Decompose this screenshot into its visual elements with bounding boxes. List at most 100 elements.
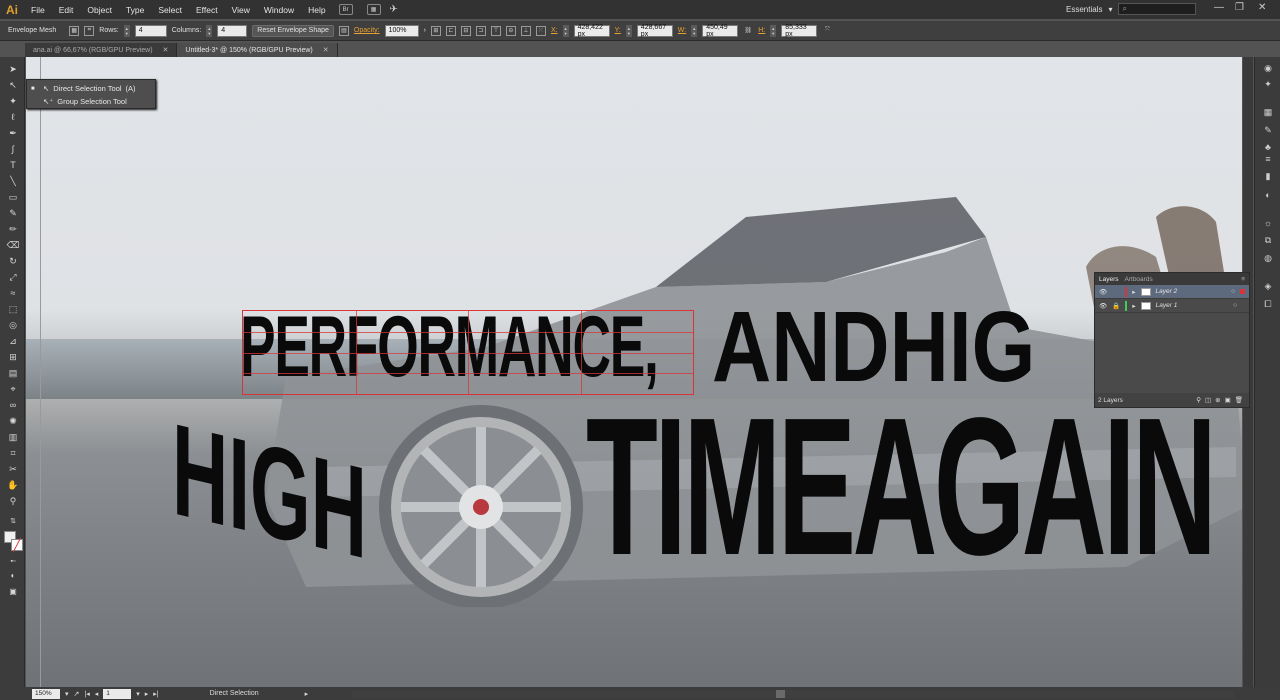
new-sublayer-icon[interactable]: ⊕ bbox=[1215, 396, 1220, 404]
zoom-tool-icon[interactable]: ⚲ bbox=[6, 495, 20, 507]
draw-mode-icon[interactable]: ◐ bbox=[6, 569, 20, 581]
eraser-icon[interactable]: ⌫ bbox=[6, 239, 20, 251]
menu-edit[interactable]: Edit bbox=[52, 5, 81, 15]
close-icon[interactable]: ✕ bbox=[163, 46, 169, 54]
opacity-field[interactable]: 100% bbox=[384, 24, 419, 37]
gpu-performance-icon[interactable]: ✈ bbox=[387, 4, 401, 15]
delete-layer-icon[interactable]: 🗑 bbox=[1235, 396, 1243, 404]
status-menu-icon[interactable]: ▸ bbox=[305, 690, 309, 698]
h-label[interactable]: H: bbox=[758, 27, 765, 34]
menu-object[interactable]: Object bbox=[80, 5, 119, 15]
expand-triangle-icon[interactable]: ▸ bbox=[1132, 302, 1135, 310]
reset-envelope-button[interactable]: Reset Envelope Shape bbox=[252, 24, 334, 37]
menu-type[interactable]: Type bbox=[119, 5, 151, 15]
search-input[interactable]: ⌕ bbox=[1118, 3, 1197, 15]
y-field[interactable]: 428,667 px bbox=[636, 24, 673, 38]
target-circle-icon[interactable]: ○ bbox=[1233, 302, 1237, 309]
menu-help[interactable]: Help bbox=[301, 5, 332, 15]
mesh-tool-icon[interactable]: ⊞ bbox=[6, 351, 20, 363]
align-icon[interactable]: ⊞ bbox=[430, 25, 441, 36]
flyout-direct-selection[interactable]: ■ ↖ Direct Selection Tool (A) bbox=[27, 82, 155, 95]
workspace-label[interactable]: Essentials bbox=[1066, 5, 1102, 14]
artboard-dropdown-icon[interactable]: ▾ bbox=[136, 690, 140, 698]
maximize-button[interactable]: ❐ bbox=[1235, 2, 1244, 13]
tab-label[interactable]: ana.ai @ 66,67% (RGB/GPU Preview) bbox=[33, 47, 153, 54]
color-icon[interactable]: ☼ bbox=[1261, 217, 1275, 228]
h-stepper[interactable]: ▲ ▼ bbox=[770, 24, 777, 37]
shape-builder-icon[interactable]: ◎ bbox=[6, 319, 20, 331]
x-field[interactable]: 428,422 px bbox=[573, 24, 610, 38]
transform-icon[interactable]: ⤧ bbox=[822, 26, 832, 36]
panel-menu-icon[interactable]: ≡ bbox=[1241, 276, 1245, 283]
align-center-icon[interactable]: ⊟ bbox=[460, 25, 471, 36]
rotate-tool-icon[interactable]: ↻ bbox=[6, 255, 20, 267]
paintbrush-icon[interactable]: ✎ bbox=[6, 207, 20, 219]
menu-file[interactable]: File bbox=[24, 5, 52, 15]
swatches-icon[interactable]: ▦ bbox=[1261, 107, 1275, 118]
gradient-tool-icon[interactable]: ▤ bbox=[6, 367, 20, 379]
graphic-styles-icon[interactable]: ◍ bbox=[1261, 253, 1275, 264]
expand-triangle-icon[interactable]: ▸ bbox=[1132, 288, 1135, 296]
y-stepper[interactable]: ▲ ▼ bbox=[625, 24, 632, 37]
menu-select[interactable]: Select bbox=[151, 5, 189, 15]
x-label[interactable]: X: bbox=[551, 27, 558, 34]
tab-layers[interactable]: Layers bbox=[1099, 276, 1119, 283]
w-label[interactable]: W: bbox=[678, 27, 686, 34]
columns-field[interactable]: 4 bbox=[217, 24, 248, 37]
menu-view[interactable]: View bbox=[225, 5, 257, 15]
perspective-grid-icon[interactable]: ⊿ bbox=[6, 335, 20, 347]
layer-name[interactable]: Layer 2 bbox=[1156, 288, 1178, 295]
art-text-timeagain[interactable]: TIMEAGAIN bbox=[586, 389, 1217, 585]
close-icon[interactable]: ✕ bbox=[323, 46, 329, 54]
layer-row[interactable]: 👁 🔒 ▸ Layer 1 ○ bbox=[1095, 299, 1249, 313]
pen-tool-icon[interactable]: ✒ bbox=[6, 127, 20, 139]
stroke-icon[interactable]: ≡ bbox=[1261, 153, 1275, 164]
appearance-icon[interactable]: ◉ bbox=[1261, 63, 1275, 74]
align-right-icon[interactable]: ⊐ bbox=[475, 25, 486, 36]
x-stepper[interactable]: ▲ ▼ bbox=[562, 24, 569, 37]
layer-name[interactable]: Layer 1 bbox=[1156, 302, 1178, 309]
locate-object-icon[interactable]: ⚲ bbox=[1196, 396, 1201, 404]
h-field[interactable]: 85,333 px bbox=[781, 24, 818, 38]
type-tool-icon[interactable]: T bbox=[6, 159, 20, 171]
scale-tool-icon[interactable]: ⤢ bbox=[6, 271, 20, 283]
horizontal-scrollbar[interactable] bbox=[352, 690, 1234, 698]
symbol-sprayer-icon[interactable]: ✺ bbox=[6, 415, 20, 427]
scroll-thumb[interactable] bbox=[776, 690, 785, 698]
layer-row[interactable]: 👁 ▸ Layer 2 ○ bbox=[1095, 285, 1249, 299]
envelope-options-icon[interactable]: ▤ bbox=[338, 25, 349, 36]
opacity-arrow-icon[interactable]: › bbox=[424, 27, 426, 34]
current-tool-readout[interactable]: Direct Selection bbox=[210, 690, 300, 697]
gradient-icon[interactable]: ▮ bbox=[1261, 171, 1275, 182]
menu-window[interactable]: Window bbox=[257, 5, 301, 15]
bridge-icon[interactable]: Br bbox=[338, 4, 353, 15]
last-artboard-icon[interactable]: ▸| bbox=[153, 690, 158, 698]
magic-wand-icon[interactable]: ✦ bbox=[6, 95, 20, 107]
align-left-icon[interactable]: ⊏ bbox=[445, 25, 456, 36]
tab-untitled-3[interactable]: Untitled-3* @ 150% (RGB/GPU Preview) ✕ bbox=[177, 43, 338, 57]
columns-stepper[interactable]: ▲ ▼ bbox=[206, 24, 213, 37]
reference-point-icon[interactable]: ⁙ bbox=[535, 25, 546, 36]
align-bottom-icon[interactable]: ⊥ bbox=[520, 25, 531, 36]
rows-field[interactable]: 4 bbox=[134, 24, 167, 37]
brushes-icon[interactable]: ✎ bbox=[1261, 125, 1275, 136]
slice-tool-icon[interactable]: ✂ bbox=[6, 463, 20, 475]
lasso-icon[interactable]: ℓ bbox=[6, 111, 20, 123]
transparency-icon[interactable]: ◐ bbox=[1261, 189, 1275, 200]
rows-stepper[interactable]: ▲ ▼ bbox=[123, 24, 130, 37]
free-transform-icon[interactable]: ⬚ bbox=[6, 303, 20, 315]
eyedropper-icon[interactable]: ⌖ bbox=[6, 383, 20, 395]
align-middle-icon[interactable]: ⊖ bbox=[505, 25, 516, 36]
lock-icon[interactable]: 🔒 bbox=[1112, 302, 1120, 310]
warp-tool-icon[interactable]: ≈ bbox=[6, 287, 20, 299]
menu-effect[interactable]: Effect bbox=[189, 5, 225, 15]
selected-art-indicator[interactable] bbox=[1240, 289, 1245, 294]
rectangle-tool-icon[interactable]: ▭ bbox=[6, 191, 20, 203]
flyout-item-label[interactable]: Direct Selection Tool bbox=[53, 84, 121, 93]
w-field[interactable]: 450,49 px bbox=[702, 24, 739, 38]
color-mode-icon[interactable]: ▪▫ bbox=[6, 555, 20, 567]
first-artboard-icon[interactable]: |◂ bbox=[84, 690, 89, 698]
artboard-nav-icon[interactable]: ↗ bbox=[74, 690, 80, 698]
workspace-switcher[interactable]: Essentials ▾ ⌕ bbox=[1066, 3, 1197, 15]
align-top-icon[interactable]: ⊤ bbox=[490, 25, 501, 36]
